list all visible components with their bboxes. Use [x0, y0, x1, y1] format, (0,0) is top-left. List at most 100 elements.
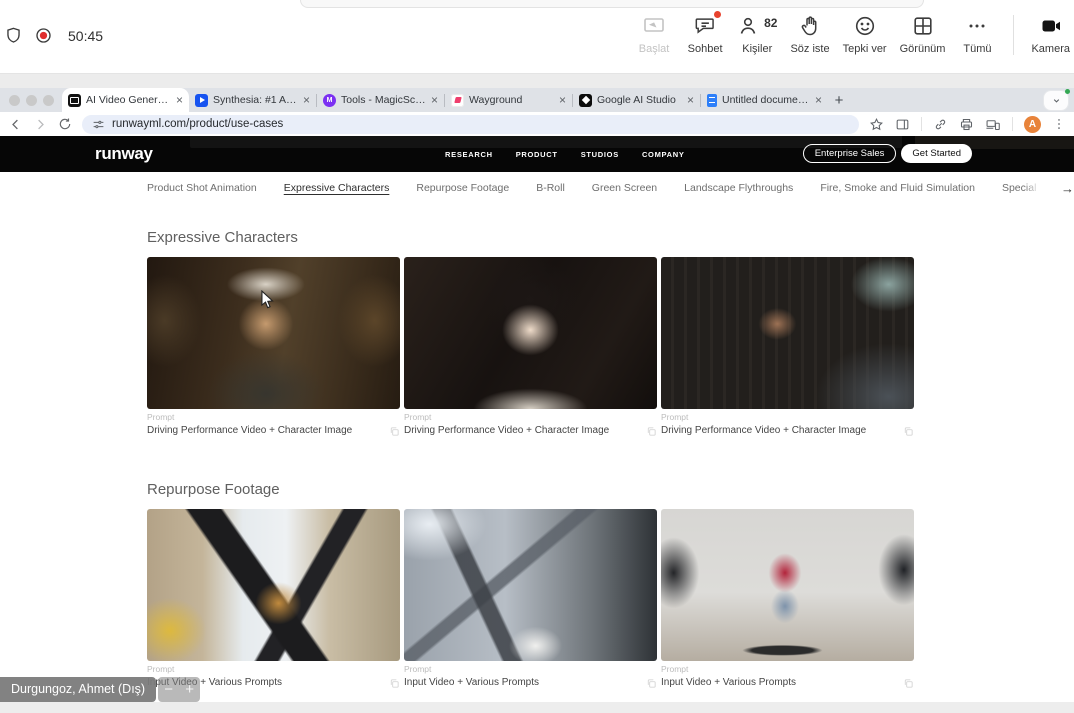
nav-company[interactable]: COMPANY [642, 150, 685, 159]
profile-avatar[interactable]: A [1024, 116, 1041, 133]
magicschool-favicon [323, 94, 336, 107]
runway-nav: RESEARCH PRODUCT STUDIOS COMPANY [445, 150, 685, 159]
close-tab-icon[interactable]: × [431, 94, 438, 106]
chat-button[interactable]: Sohbet [686, 13, 724, 55]
video-card-steel-structure[interactable] [404, 509, 657, 661]
share-screen-button[interactable]: Başlat [635, 13, 673, 55]
prompt-text: Driving Performance Video + Character Im… [147, 425, 352, 436]
browser-tab-strip: AI Video Generation Use Cases × Synthesi… [0, 88, 1074, 112]
nav-studios[interactable]: STUDIOS [581, 150, 619, 159]
browser-menu-icon[interactable] [1052, 117, 1066, 131]
close-window-icon[interactable] [9, 95, 20, 106]
record-indicator-icon[interactable] [34, 26, 53, 45]
copy-prompt-icon[interactable] [646, 426, 657, 437]
close-tab-icon[interactable]: × [687, 94, 694, 106]
video-card-treadmill-studio[interactable] [661, 509, 914, 661]
subnav-expressive-characters[interactable]: Expressive Characters [284, 182, 390, 194]
participants-count: 82 [764, 16, 777, 30]
address-bar[interactable]: runwayml.com/product/use-cases [82, 115, 859, 134]
prompt-label: Prompt [404, 664, 657, 674]
runway-logo[interactable]: runway [95, 144, 153, 164]
subnav-green-screen[interactable]: Green Screen [592, 182, 657, 194]
window-controls[interactable] [0, 95, 62, 106]
enterprise-sales-button[interactable]: Enterprise Sales [803, 144, 897, 163]
copy-prompt-icon[interactable] [389, 426, 400, 437]
reactions-icon [853, 13, 877, 39]
video-card-animated-girl[interactable] [404, 257, 657, 409]
back-icon[interactable] [8, 117, 23, 132]
zoom-out-button[interactable]: − [158, 677, 179, 702]
video-card-woman-couch[interactable] [661, 257, 914, 409]
more-icon [965, 13, 989, 39]
tab-google-docs[interactable]: Untitled document - Google Docs × [701, 88, 828, 112]
desktop-gap [0, 74, 1074, 88]
close-tab-icon[interactable]: × [815, 94, 822, 106]
raise-hand-button[interactable]: Söz iste [790, 13, 829, 55]
copy-prompt-icon[interactable] [903, 426, 914, 437]
copy-prompt-icon[interactable] [903, 678, 914, 689]
close-tab-icon[interactable]: × [559, 94, 566, 106]
camera-button[interactable]: Kamera [1031, 13, 1070, 55]
close-tab-icon[interactable]: × [303, 94, 310, 106]
zoom-in-button[interactable]: + [179, 677, 200, 702]
forward-icon[interactable] [33, 117, 48, 132]
window-top-notch [300, 0, 924, 8]
get-started-button[interactable]: Get Started [901, 144, 972, 163]
runway-header: runway RESEARCH PRODUCT STUDIOS COMPANY … [0, 136, 1074, 172]
close-tab-icon[interactable]: × [176, 94, 183, 106]
subnav-b-roll[interactable]: B-Roll [536, 182, 565, 194]
subnav-landscape-flythroughs[interactable]: Landscape Flythroughs [684, 182, 793, 194]
tab-ai-video-generation[interactable]: AI Video Generation Use Cases × [62, 88, 189, 112]
view-button[interactable]: Görünüm [900, 13, 946, 55]
meeting-toolbar: 50:45 Başlat Sohbet 82 Kişiler [0, 0, 1074, 74]
tab-search-chevron[interactable] [1044, 91, 1068, 110]
participants-icon [737, 14, 761, 38]
tab-wayground[interactable]: Wayground × [445, 88, 572, 112]
url-text[interactable]: runwayml.com/product/use-cases [112, 118, 283, 130]
reactions-button[interactable]: Tepki ver [843, 13, 887, 55]
prompt-label: Prompt [404, 412, 657, 422]
print-icon[interactable] [959, 117, 974, 132]
screen-share-icon [642, 13, 666, 39]
prompt-label: Prompt [147, 412, 400, 422]
nav-product[interactable]: PRODUCT [516, 150, 558, 159]
subnav-special-effects[interactable]: Special Effects [1002, 182, 1042, 194]
meeting-timer: 50:45 [68, 28, 103, 44]
link-icon[interactable] [933, 117, 948, 132]
copy-prompt-icon[interactable] [389, 678, 400, 689]
subnav-fire-smoke-fluid[interactable]: Fire, Smoke and Fluid Simulation [820, 182, 975, 194]
subnav-scroll-arrow-icon[interactable]: → [1061, 181, 1074, 196]
video-card-city-cyclist[interactable] [147, 509, 400, 661]
subnav-product-shot-animation[interactable]: Product Shot Animation [147, 182, 257, 194]
prompt-label: Prompt [661, 664, 914, 674]
subnav-repurpose-footage[interactable]: Repurpose Footage [416, 182, 509, 194]
more-button[interactable]: Tümü [958, 13, 996, 55]
maximize-window-icon[interactable] [43, 95, 54, 106]
share-zoom-controls: − + [158, 677, 200, 702]
mouse-cursor-icon [260, 290, 275, 310]
copy-prompt-icon[interactable] [646, 678, 657, 689]
browser-url-bar: runwayml.com/product/use-cases A [0, 112, 1074, 136]
prompt-text: Input Video + Various Prompts [661, 677, 796, 688]
tab-magicschool[interactable]: Tools - MagicSchool AI × [317, 88, 444, 112]
site-settings-icon[interactable] [92, 118, 105, 131]
video-card-elderly-man[interactable] [147, 257, 400, 409]
participants-button[interactable]: 82 Kişiler [737, 13, 777, 55]
shield-icon [4, 26, 23, 45]
reload-icon[interactable] [58, 117, 72, 131]
nav-research[interactable]: RESEARCH [445, 150, 493, 159]
tab-google-ai-studio[interactable]: Google AI Studio × [573, 88, 700, 112]
devices-icon[interactable] [985, 117, 1001, 132]
chat-notification-dot [714, 11, 721, 18]
scrolled-card-remnant [190, 136, 902, 148]
minimize-window-icon[interactable] [26, 95, 37, 106]
participant-name: Durgungoz, Ahmet (Dış) [0, 677, 156, 702]
bookmark-star-icon[interactable] [869, 117, 884, 132]
google-docs-favicon [707, 94, 717, 107]
toolbar-divider [1013, 15, 1014, 55]
new-tab-button[interactable]: + [828, 89, 850, 111]
google-ai-studio-favicon [579, 94, 592, 107]
side-panel-icon[interactable] [895, 117, 910, 132]
tab-synthesia[interactable]: Synthesia: #1 AI Video Platform × [189, 88, 316, 112]
desktop-bottom-strip [0, 702, 1074, 713]
